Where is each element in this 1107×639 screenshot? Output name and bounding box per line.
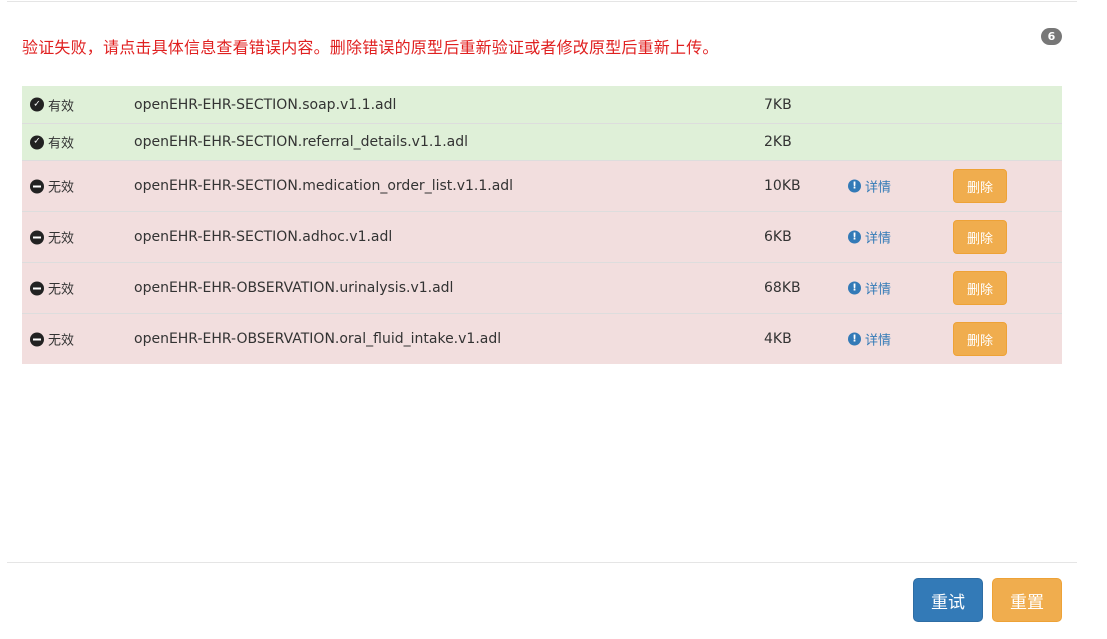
file-size: 2KB xyxy=(764,134,792,150)
details-link[interactable]: ! 详情 xyxy=(848,279,891,298)
minus-circle-icon xyxy=(30,230,44,244)
status-cell: ✓ 有效 xyxy=(30,95,74,114)
file-row: 无效 openEHR-EHR-OBSERVATION.urinalysis.v1… xyxy=(22,262,1062,313)
file-size: 6KB xyxy=(764,229,792,245)
file-count-badge: 6 xyxy=(1041,28,1062,45)
status-cell: 无效 xyxy=(30,177,74,196)
details-label: 详情 xyxy=(865,282,892,298)
status-label: 有效 xyxy=(48,136,75,152)
delete-button[interactable]: 删除 xyxy=(953,271,1007,305)
file-list: ✓ 有效 openEHR-EHR-SECTION.soap.v1.1.adl 7… xyxy=(22,86,1062,364)
file-row: 无效 openEHR-EHR-OBSERVATION.oral_fluid_in… xyxy=(22,313,1062,364)
file-name: openEHR-EHR-OBSERVATION.oral_fluid_intak… xyxy=(134,331,502,347)
exclamation-circle-icon: ! xyxy=(848,179,861,193)
exclamation-circle-icon: ! xyxy=(848,230,861,244)
details-link[interactable]: ! 详情 xyxy=(848,228,891,247)
details-label: 详情 xyxy=(865,231,892,247)
status-label: 无效 xyxy=(48,231,75,247)
footer-divider xyxy=(7,562,1077,563)
file-size: 68KB xyxy=(764,280,801,296)
details-label: 详情 xyxy=(865,180,892,196)
top-divider xyxy=(7,1,1077,2)
status-cell: 无效 xyxy=(30,279,74,298)
status-cell: 无效 xyxy=(30,330,74,349)
delete-button[interactable]: 删除 xyxy=(953,220,1007,254)
file-size: 7KB xyxy=(764,96,792,113)
status-label: 有效 xyxy=(48,99,75,114)
status-label: 无效 xyxy=(48,333,75,349)
check-circle-icon: ✓ xyxy=(30,97,44,112)
file-row: ✓ 有效 openEHR-EHR-SECTION.referral_detail… xyxy=(22,123,1062,160)
file-row: 无效 openEHR-EHR-SECTION.adhoc.v1.adl 6KB … xyxy=(22,211,1062,262)
retry-button[interactable]: 重试 xyxy=(913,578,983,622)
file-size: 4KB xyxy=(764,331,792,347)
file-name: openEHR-EHR-SECTION.adhoc.v1.adl xyxy=(134,229,393,245)
status-label: 无效 xyxy=(48,180,75,196)
details-link[interactable]: ! 详情 xyxy=(848,330,891,349)
file-name: openEHR-EHR-SECTION.referral_details.v1.… xyxy=(134,134,469,150)
file-name: openEHR-EHR-SECTION.medication_order_lis… xyxy=(134,178,514,194)
file-row: ✓ 有效 openEHR-EHR-SECTION.soap.v1.1.adl 7… xyxy=(22,86,1062,123)
status-cell: 无效 xyxy=(30,228,74,247)
delete-button[interactable]: 删除 xyxy=(953,169,1007,203)
file-row: 无效 openEHR-EHR-SECTION.medication_order_… xyxy=(22,160,1062,211)
minus-circle-icon xyxy=(30,281,44,295)
validation-result-panel: 验证失败，请点击具体信息查看错误内容。删除错误的原型后重新验证或者修改原型后重新… xyxy=(0,0,1107,639)
validation-error-message: 验证失败，请点击具体信息查看错误内容。删除错误的原型后重新验证或者修改原型后重新… xyxy=(22,38,719,57)
delete-button[interactable]: 删除 xyxy=(953,322,1007,356)
file-size: 10KB xyxy=(764,178,801,194)
file-name: openEHR-EHR-SECTION.soap.v1.1.adl xyxy=(134,96,397,113)
status-label: 无效 xyxy=(48,282,75,298)
exclamation-circle-icon: ! xyxy=(848,332,861,346)
file-name: openEHR-EHR-OBSERVATION.urinalysis.v1.ad… xyxy=(134,280,454,296)
minus-circle-icon xyxy=(30,332,44,346)
details-label: 详情 xyxy=(865,333,892,349)
reset-button[interactable]: 重置 xyxy=(992,578,1062,622)
details-link[interactable]: ! 详情 xyxy=(848,177,891,196)
check-circle-icon: ✓ xyxy=(30,135,44,149)
exclamation-circle-icon: ! xyxy=(848,281,861,295)
minus-circle-icon xyxy=(30,179,44,193)
status-cell: ✓ 有效 xyxy=(30,133,74,152)
